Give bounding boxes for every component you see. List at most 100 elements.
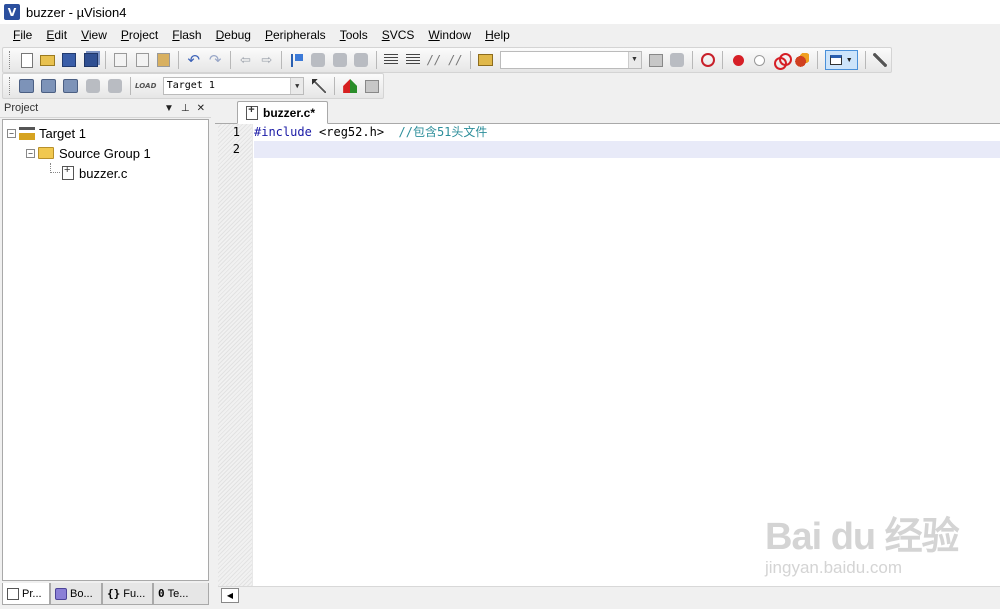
code-comment: //包含51头文件: [398, 125, 488, 139]
cut-button[interactable]: [111, 50, 130, 70]
menu-help[interactable]: Help: [478, 24, 517, 46]
comment-button[interactable]: //: [424, 50, 443, 70]
configure-button[interactable]: [871, 50, 890, 70]
toolbar-grip[interactable]: [9, 77, 12, 95]
bookmark-clear-icon: [354, 53, 369, 67]
tab-label: Pr...: [22, 587, 42, 600]
download-button[interactable]: LOAD: [135, 76, 156, 96]
code-line-current[interactable]: [254, 141, 1000, 158]
code-line[interactable]: #include <reg52.h> //包含51头文件: [254, 124, 1000, 141]
find-button[interactable]: [647, 50, 666, 70]
target-options-button[interactable]: [309, 76, 329, 96]
menu-bar: File Edit View Project Flash Debug Perip…: [0, 24, 1000, 46]
templates-icon: 0: [158, 587, 165, 600]
new-file-icon: [20, 52, 33, 68]
save-button[interactable]: [60, 50, 79, 70]
bookmark-toggle-button[interactable]: [287, 50, 306, 70]
target-icon: [19, 126, 35, 140]
horizontal-scrollbar[interactable]: ◀: [218, 586, 1000, 604]
menu-svcs[interactable]: SVCS: [375, 24, 422, 46]
menu-window[interactable]: Window: [421, 24, 478, 46]
menu-flash[interactable]: Flash: [165, 24, 208, 46]
undo-button[interactable]: ↶: [184, 50, 203, 70]
tab-label: Te...: [167, 587, 189, 600]
batch-build-button[interactable]: [83, 76, 103, 96]
navigate-back-button[interactable]: ⇦: [236, 50, 255, 70]
baidu-watermark: Bai du 经验 jingyan.baidu.com: [765, 505, 985, 585]
bookmark-clear-button[interactable]: [351, 50, 370, 70]
navigate-forward-button[interactable]: ⇨: [257, 50, 276, 70]
chevron-down-icon: ▼: [845, 56, 853, 64]
menu-edit[interactable]: Edit: [39, 24, 74, 46]
arrow-left-icon: ⇦: [240, 52, 251, 68]
editor-tab-strip: buzzer.c*: [215, 99, 1000, 124]
manage-components-button[interactable]: [340, 76, 360, 96]
bookmark-next-button[interactable]: [330, 50, 349, 70]
save-all-button[interactable]: [81, 50, 100, 70]
wrench-icon: [873, 53, 888, 67]
window-layout-button[interactable]: ▼: [824, 50, 858, 70]
rebuild-button[interactable]: [61, 76, 81, 96]
build-button[interactable]: [39, 76, 59, 96]
bookmark-prev-button[interactable]: [309, 50, 328, 70]
collapse-icon[interactable]: −: [26, 148, 35, 158]
menu-view[interactable]: View: [74, 24, 114, 46]
components-icon: [343, 79, 358, 93]
enable-breakpoint-button[interactable]: [750, 50, 769, 70]
target-select[interactable]: Target 1 ▼: [162, 77, 305, 95]
uncomment-button[interactable]: //: [446, 50, 465, 70]
project-panel-title: Project: [4, 102, 39, 114]
find-combo-dropdown-icon[interactable]: ▼: [627, 52, 641, 68]
incremental-find-button[interactable]: [668, 50, 687, 70]
toolbar-separator: [229, 51, 231, 69]
tab-books[interactable]: Bo...: [50, 583, 102, 605]
toolbar-separator: [281, 51, 283, 69]
braces-icon: {}: [107, 587, 121, 600]
tab-buzzer-c[interactable]: buzzer.c*: [237, 101, 329, 124]
redo-button[interactable]: ↷: [206, 50, 225, 70]
menu-project[interactable]: Project: [114, 24, 165, 46]
kill-all-breakpoints-button[interactable]: [792, 50, 811, 70]
start-debug-button[interactable]: [698, 50, 717, 70]
manage-books-button[interactable]: [362, 76, 382, 96]
toolbar-grip[interactable]: [9, 51, 12, 69]
find-combo[interactable]: ▼: [500, 51, 642, 69]
paste-button[interactable]: [154, 50, 173, 70]
tree-item-source-group[interactable]: − Source Group 1: [3, 143, 208, 163]
translate-icon: [19, 79, 35, 93]
toolbar-separator: [375, 51, 377, 69]
menu-tools[interactable]: Tools: [333, 24, 375, 46]
tab-templates[interactable]: 0 Te...: [153, 583, 209, 605]
title-bar: V buzzer - µVision4: [0, 0, 1000, 24]
translate-button[interactable]: [17, 76, 37, 96]
open-file-button[interactable]: [38, 50, 57, 70]
indent-button[interactable]: [382, 50, 401, 70]
stop-build-button[interactable]: [105, 76, 125, 96]
tree-item-target[interactable]: − Target 1: [3, 123, 208, 143]
disable-all-breakpoints-button[interactable]: [771, 50, 792, 70]
pin-icon[interactable]: ⊥: [181, 103, 190, 114]
target-dropdown-icon[interactable]: ▼: [290, 78, 304, 94]
comment-icon: //: [426, 53, 442, 67]
tab-project[interactable]: Pr...: [2, 583, 50, 605]
collapse-icon[interactable]: −: [7, 128, 16, 138]
c-file-icon: [246, 104, 258, 120]
scroll-left-icon[interactable]: ◀: [221, 588, 239, 603]
new-file-button[interactable]: [17, 50, 36, 70]
tree-item-file[interactable]: buzzer.c: [3, 163, 208, 183]
incremental-find-icon: [670, 53, 685, 67]
editor-tab-label: buzzer.c*: [263, 105, 316, 120]
bookmark-prev-icon: [311, 53, 326, 67]
insert-breakpoint-button[interactable]: [728, 50, 747, 70]
tab-label: Bo...: [70, 587, 93, 600]
find-in-files-button[interactable]: [476, 50, 495, 70]
tab-functions[interactable]: {} Fu...: [102, 583, 153, 605]
unindent-button[interactable]: [403, 50, 422, 70]
menu-peripherals[interactable]: Peripherals: [258, 24, 333, 46]
panel-menu-icon[interactable]: ▼: [164, 103, 174, 114]
copy-button[interactable]: [133, 50, 152, 70]
close-icon[interactable]: ✕: [197, 103, 205, 114]
menu-debug[interactable]: Debug: [209, 24, 258, 46]
menu-file[interactable]: File: [6, 24, 39, 46]
project-panel-tabs: Pr... Bo... {} Fu... 0 Te...: [2, 583, 209, 606]
